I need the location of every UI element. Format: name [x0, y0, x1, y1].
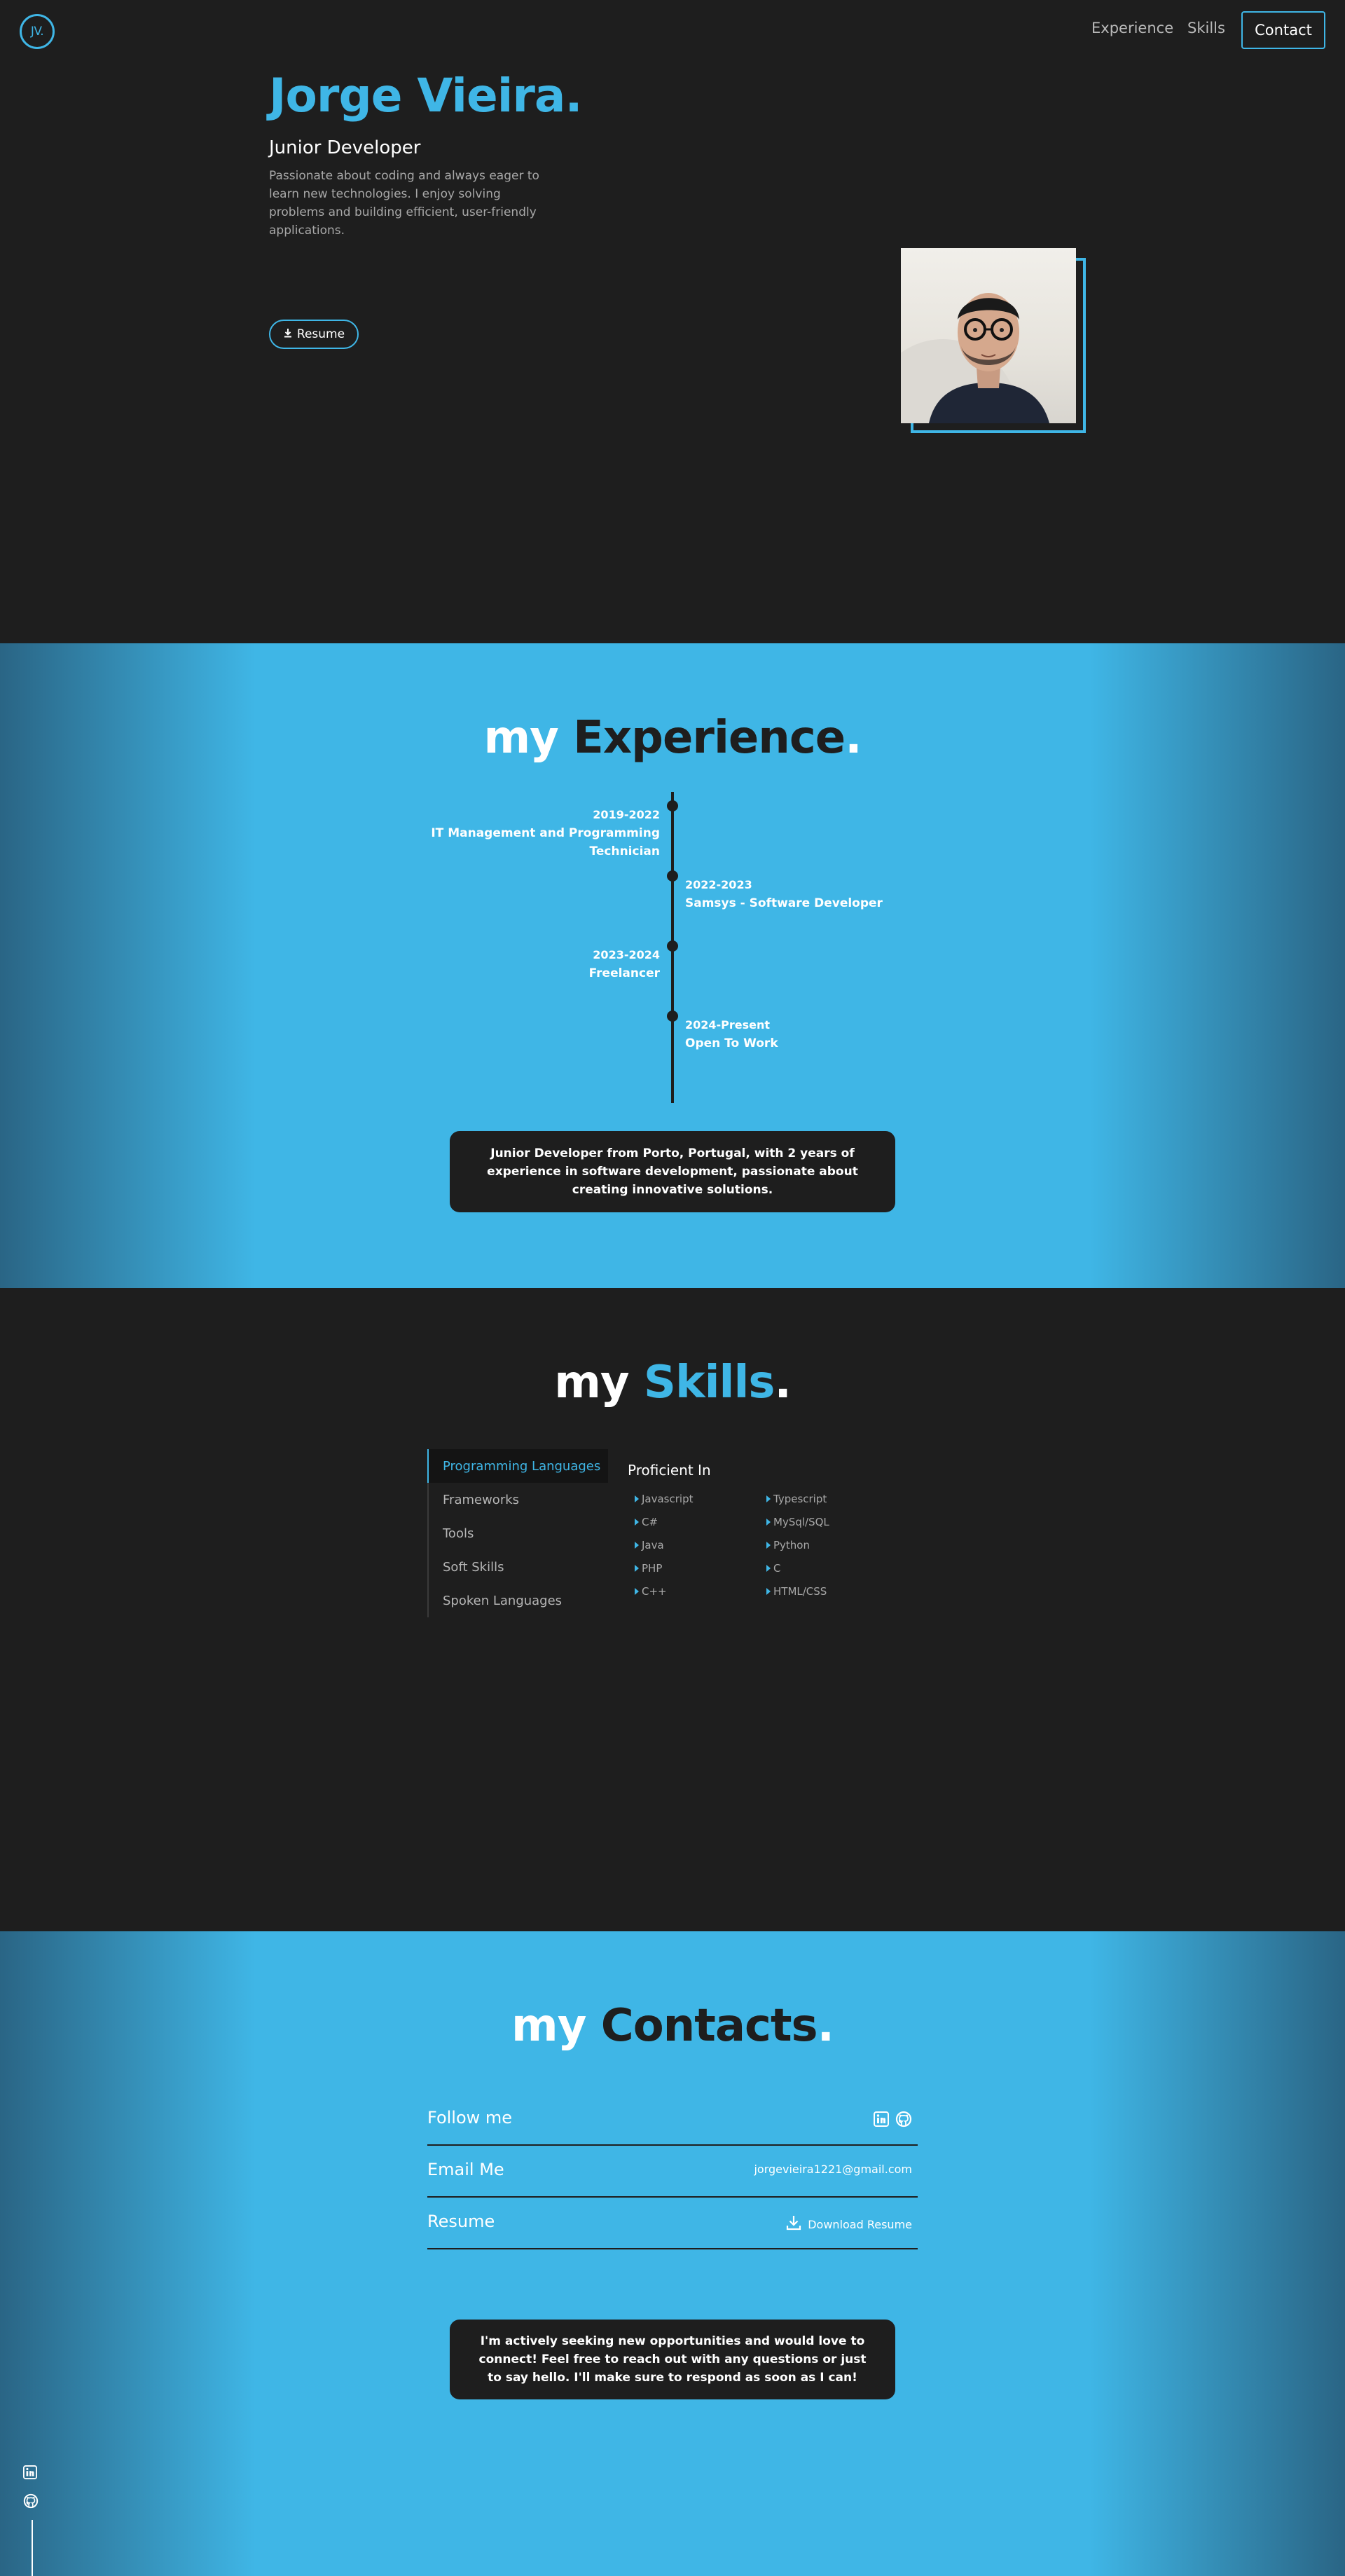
timeline-dot	[667, 1010, 678, 1022]
timeline-date: 2024-Present	[685, 1018, 771, 1032]
social-links	[873, 2111, 912, 2128]
download-resume-label: Download Resume	[808, 2217, 912, 2231]
side-social-bar	[23, 2465, 40, 2510]
timeline-dot	[667, 800, 678, 811]
github-icon[interactable]	[895, 2111, 912, 2128]
tab-soft-skills[interactable]: Soft Skills	[429, 1550, 609, 1584]
skills-title: my Skills.	[554, 1357, 792, 1409]
caret-right-icon	[635, 1565, 639, 1572]
skill-item: Typescript	[766, 1493, 827, 1505]
skill-item: C#	[635, 1516, 658, 1528]
timeline-date: 2019-2022	[593, 808, 660, 821]
tab-tools[interactable]: Tools	[429, 1516, 609, 1550]
skill-item: C	[766, 1562, 780, 1575]
timeline-title: IT Management and Programming Technician	[431, 826, 660, 858]
side-divider-line	[32, 2520, 33, 2576]
hero-role: Junior Developer	[269, 137, 421, 158]
timeline-dot	[667, 940, 678, 952]
caret-right-icon	[635, 1495, 639, 1502]
download-icon	[785, 2214, 802, 2234]
skill-item: Javascript	[635, 1493, 693, 1505]
skill-item: C++	[635, 1585, 667, 1598]
contact-label: Resume	[427, 2212, 495, 2231]
caret-right-icon	[766, 1588, 771, 1595]
contact-label: Email Me	[427, 2160, 504, 2179]
skill-item: PHP	[635, 1562, 662, 1575]
hero-name: Jorge Vieira.	[269, 69, 583, 123]
contact-row-email: Email Me jorgevieira1221@gmail.com	[427, 2146, 918, 2198]
nav-skills-link[interactable]: Skills	[1187, 20, 1225, 36]
caret-right-icon	[766, 1542, 771, 1549]
hero-description: Passionate about coding and always eager…	[269, 169, 539, 238]
timeline-item: 2023-2024 Freelancer	[422, 946, 660, 982]
timeline-title: Freelancer	[588, 966, 660, 980]
timeline-title: Samsys - Software Developer	[685, 896, 883, 910]
skill-item: HTML/CSS	[766, 1585, 827, 1598]
tab-frameworks[interactable]: Frameworks	[429, 1483, 609, 1516]
skill-item: MySql/SQL	[766, 1516, 829, 1528]
resume-button[interactable]: Resume	[269, 320, 359, 349]
navbar: JV. Experience Skills Contact	[0, 0, 1345, 62]
skill-item: Python	[766, 1539, 810, 1551]
caret-right-icon	[635, 1519, 639, 1526]
download-resume-link[interactable]: Download Resume	[785, 2214, 912, 2234]
timeline-item: 2022-2023 Samsys - Software Developer	[685, 876, 923, 912]
linkedin-icon[interactable]	[873, 2111, 890, 2128]
tab-spoken-languages[interactable]: Spoken Languages	[429, 1584, 609, 1617]
caret-right-icon	[766, 1495, 771, 1502]
logo[interactable]: JV.	[20, 14, 55, 49]
resume-button-label: Resume	[296, 327, 345, 341]
contact-row-resume: Resume Download Resume	[427, 2198, 918, 2249]
contact-row-follow: Follow me	[427, 2094, 918, 2146]
caret-right-icon	[766, 1519, 771, 1526]
skills-tab-list: Programming Languages Frameworks Tools S…	[427, 1449, 609, 1617]
timeline-date: 2023-2024	[593, 948, 660, 961]
contacts-title: my Contacts.	[511, 2000, 834, 2052]
github-icon[interactable]	[23, 2493, 40, 2510]
contact-button[interactable]: Contact	[1241, 11, 1325, 49]
caret-right-icon	[766, 1565, 771, 1572]
tab-programming-languages[interactable]: Programming Languages	[427, 1449, 608, 1483]
timeline-item: 2019-2022 IT Management and Programming …	[422, 806, 660, 861]
nav-experience-link[interactable]: Experience	[1091, 20, 1173, 36]
email-link[interactable]: jorgevieira1221@gmail.com	[754, 2163, 912, 2176]
timeline-dot	[667, 870, 678, 882]
caret-right-icon	[635, 1542, 639, 1549]
linkedin-icon[interactable]	[23, 2465, 40, 2482]
experience-summary: Junior Developer from Porto, Portugal, w…	[450, 1131, 895, 1212]
contact-message: I'm actively seeking new opportunities a…	[450, 2320, 895, 2399]
timeline-item: 2024-Present Open To Work	[685, 1016, 923, 1053]
experience-title: my Experience.	[483, 712, 862, 764]
skill-item: Java	[635, 1539, 664, 1551]
download-icon	[283, 327, 293, 341]
timeline-title: Open To Work	[685, 1036, 778, 1050]
caret-right-icon	[635, 1588, 639, 1595]
contact-label: Follow me	[427, 2108, 513, 2128]
timeline-date: 2022-2023	[685, 878, 752, 891]
skills-heading: Proficient In	[628, 1462, 711, 1479]
profile-photo	[901, 248, 1076, 423]
